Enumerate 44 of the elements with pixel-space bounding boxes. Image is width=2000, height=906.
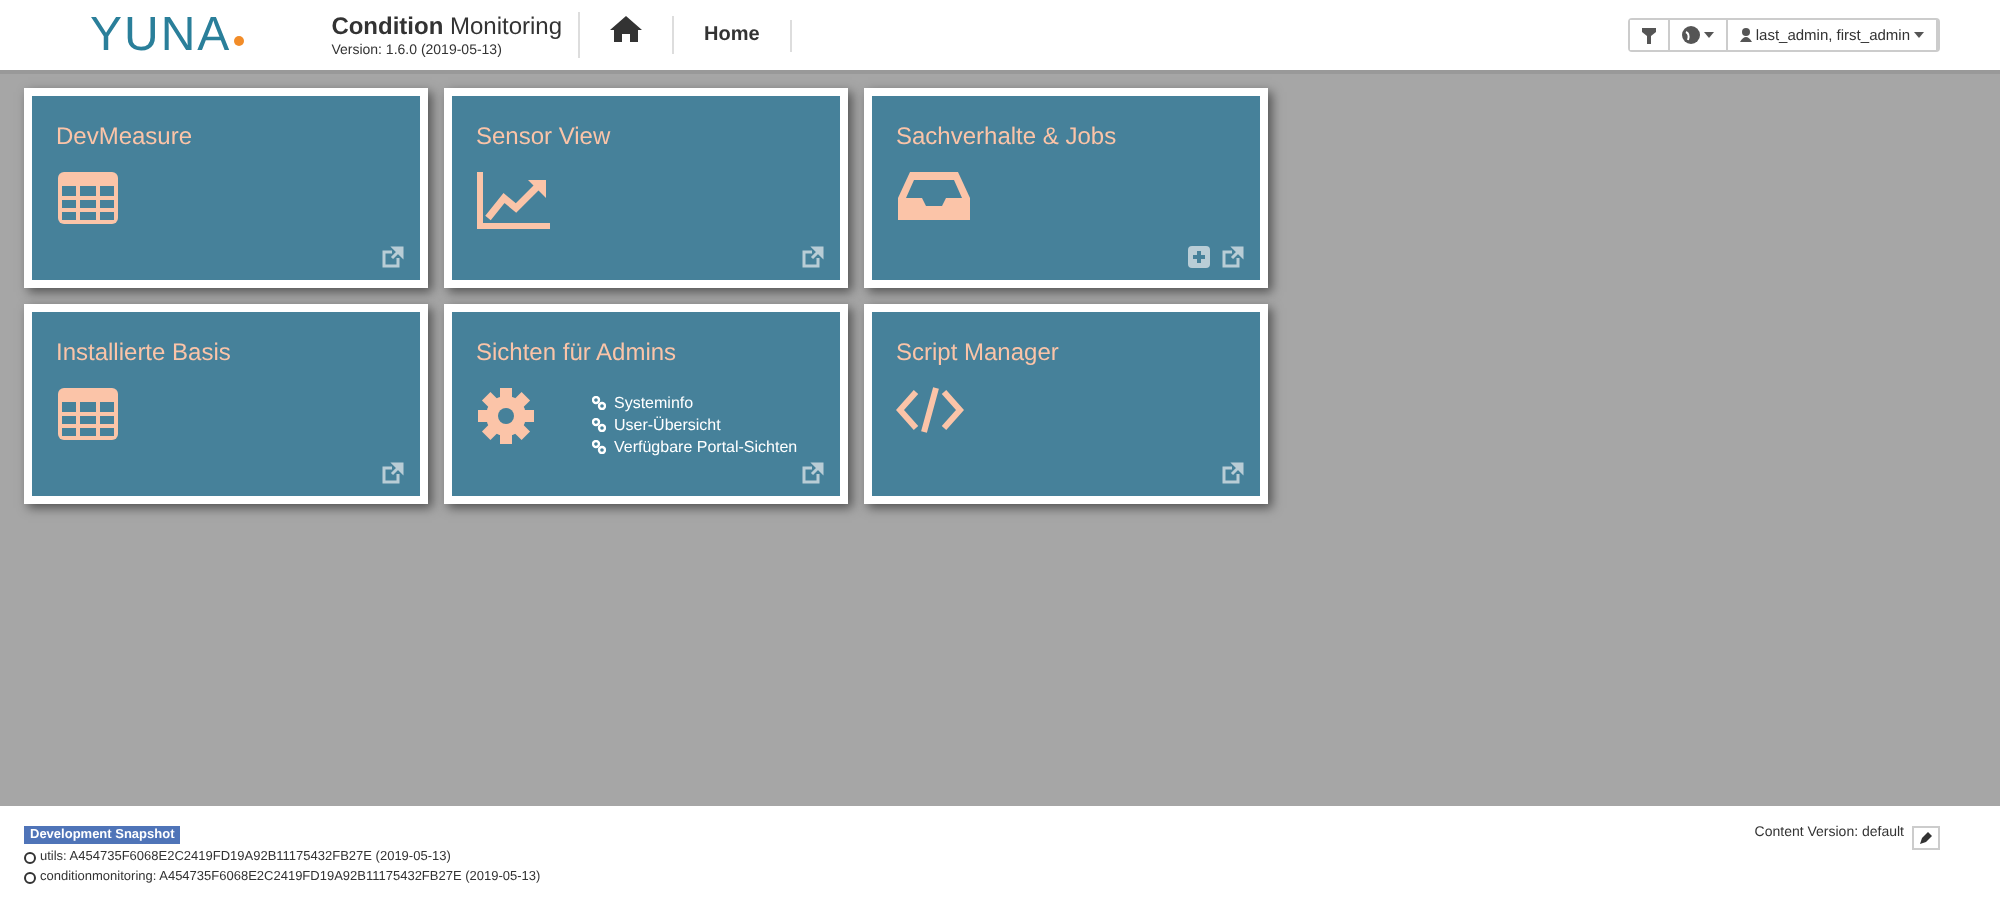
inbox-icon [896,170,972,222]
edit-button[interactable] [1912,826,1940,850]
pencil-icon [1920,832,1932,844]
admin-link[interactable]: Verfügbare Portal-Sichten [614,438,798,456]
tile-title: Sachverhalte & Jobs [896,122,1119,150]
table-icon [56,386,120,442]
table-icon [56,170,120,226]
tile-card[interactable]: Installierte Basis [24,304,428,504]
external-link-icon[interactable] [382,462,404,484]
tile-title: Script Manager [896,338,1061,366]
globe-icon [1681,26,1700,44]
filter-icon [1641,27,1656,43]
add-icon[interactable] [1188,246,1210,268]
code-icon [896,386,964,434]
external-link-icon[interactable] [802,462,824,484]
user-icon [1739,28,1752,42]
link-icon [592,396,606,410]
admin-link[interactable]: Systeminfo [614,394,694,412]
tile-card[interactable]: Script Manager [864,304,1268,504]
app-title: Condition Monitoring [331,12,563,40]
tile-title: Installierte Basis [56,338,233,366]
tile-card[interactable]: Sichten für Admins Systeminfo User-Übersicht Verfügbare Portal-Sichten [444,304,848,504]
logo: YUNA [90,9,232,61]
tile-card[interactable]: DevMeasure [24,88,428,288]
caret-icon [1703,32,1714,38]
link-icon [592,418,606,432]
caret-icon [1914,32,1924,38]
gear-icon [476,386,536,446]
link-icon [592,440,606,454]
tile-title: DevMeasure [56,122,195,150]
tile-title: Sichten für Admins [476,338,679,366]
filter-button[interactable] [1629,20,1670,50]
home-icon[interactable] [610,16,643,42]
external-link-icon[interactable] [1222,462,1244,484]
home-link[interactable]: Home [674,19,792,51]
external-link-icon[interactable] [1222,246,1244,268]
line-chart-icon [476,170,552,230]
admin-link[interactable]: User-Übersicht [614,416,721,434]
tile-title: Sensor View [476,122,613,150]
external-link-icon[interactable] [802,246,824,268]
logo-dot [233,35,244,45]
tile-card[interactable]: Sensor View [444,88,848,288]
external-link-icon[interactable] [382,246,404,268]
tile-card[interactable]: Sachverhalte & Jobs [864,88,1268,288]
